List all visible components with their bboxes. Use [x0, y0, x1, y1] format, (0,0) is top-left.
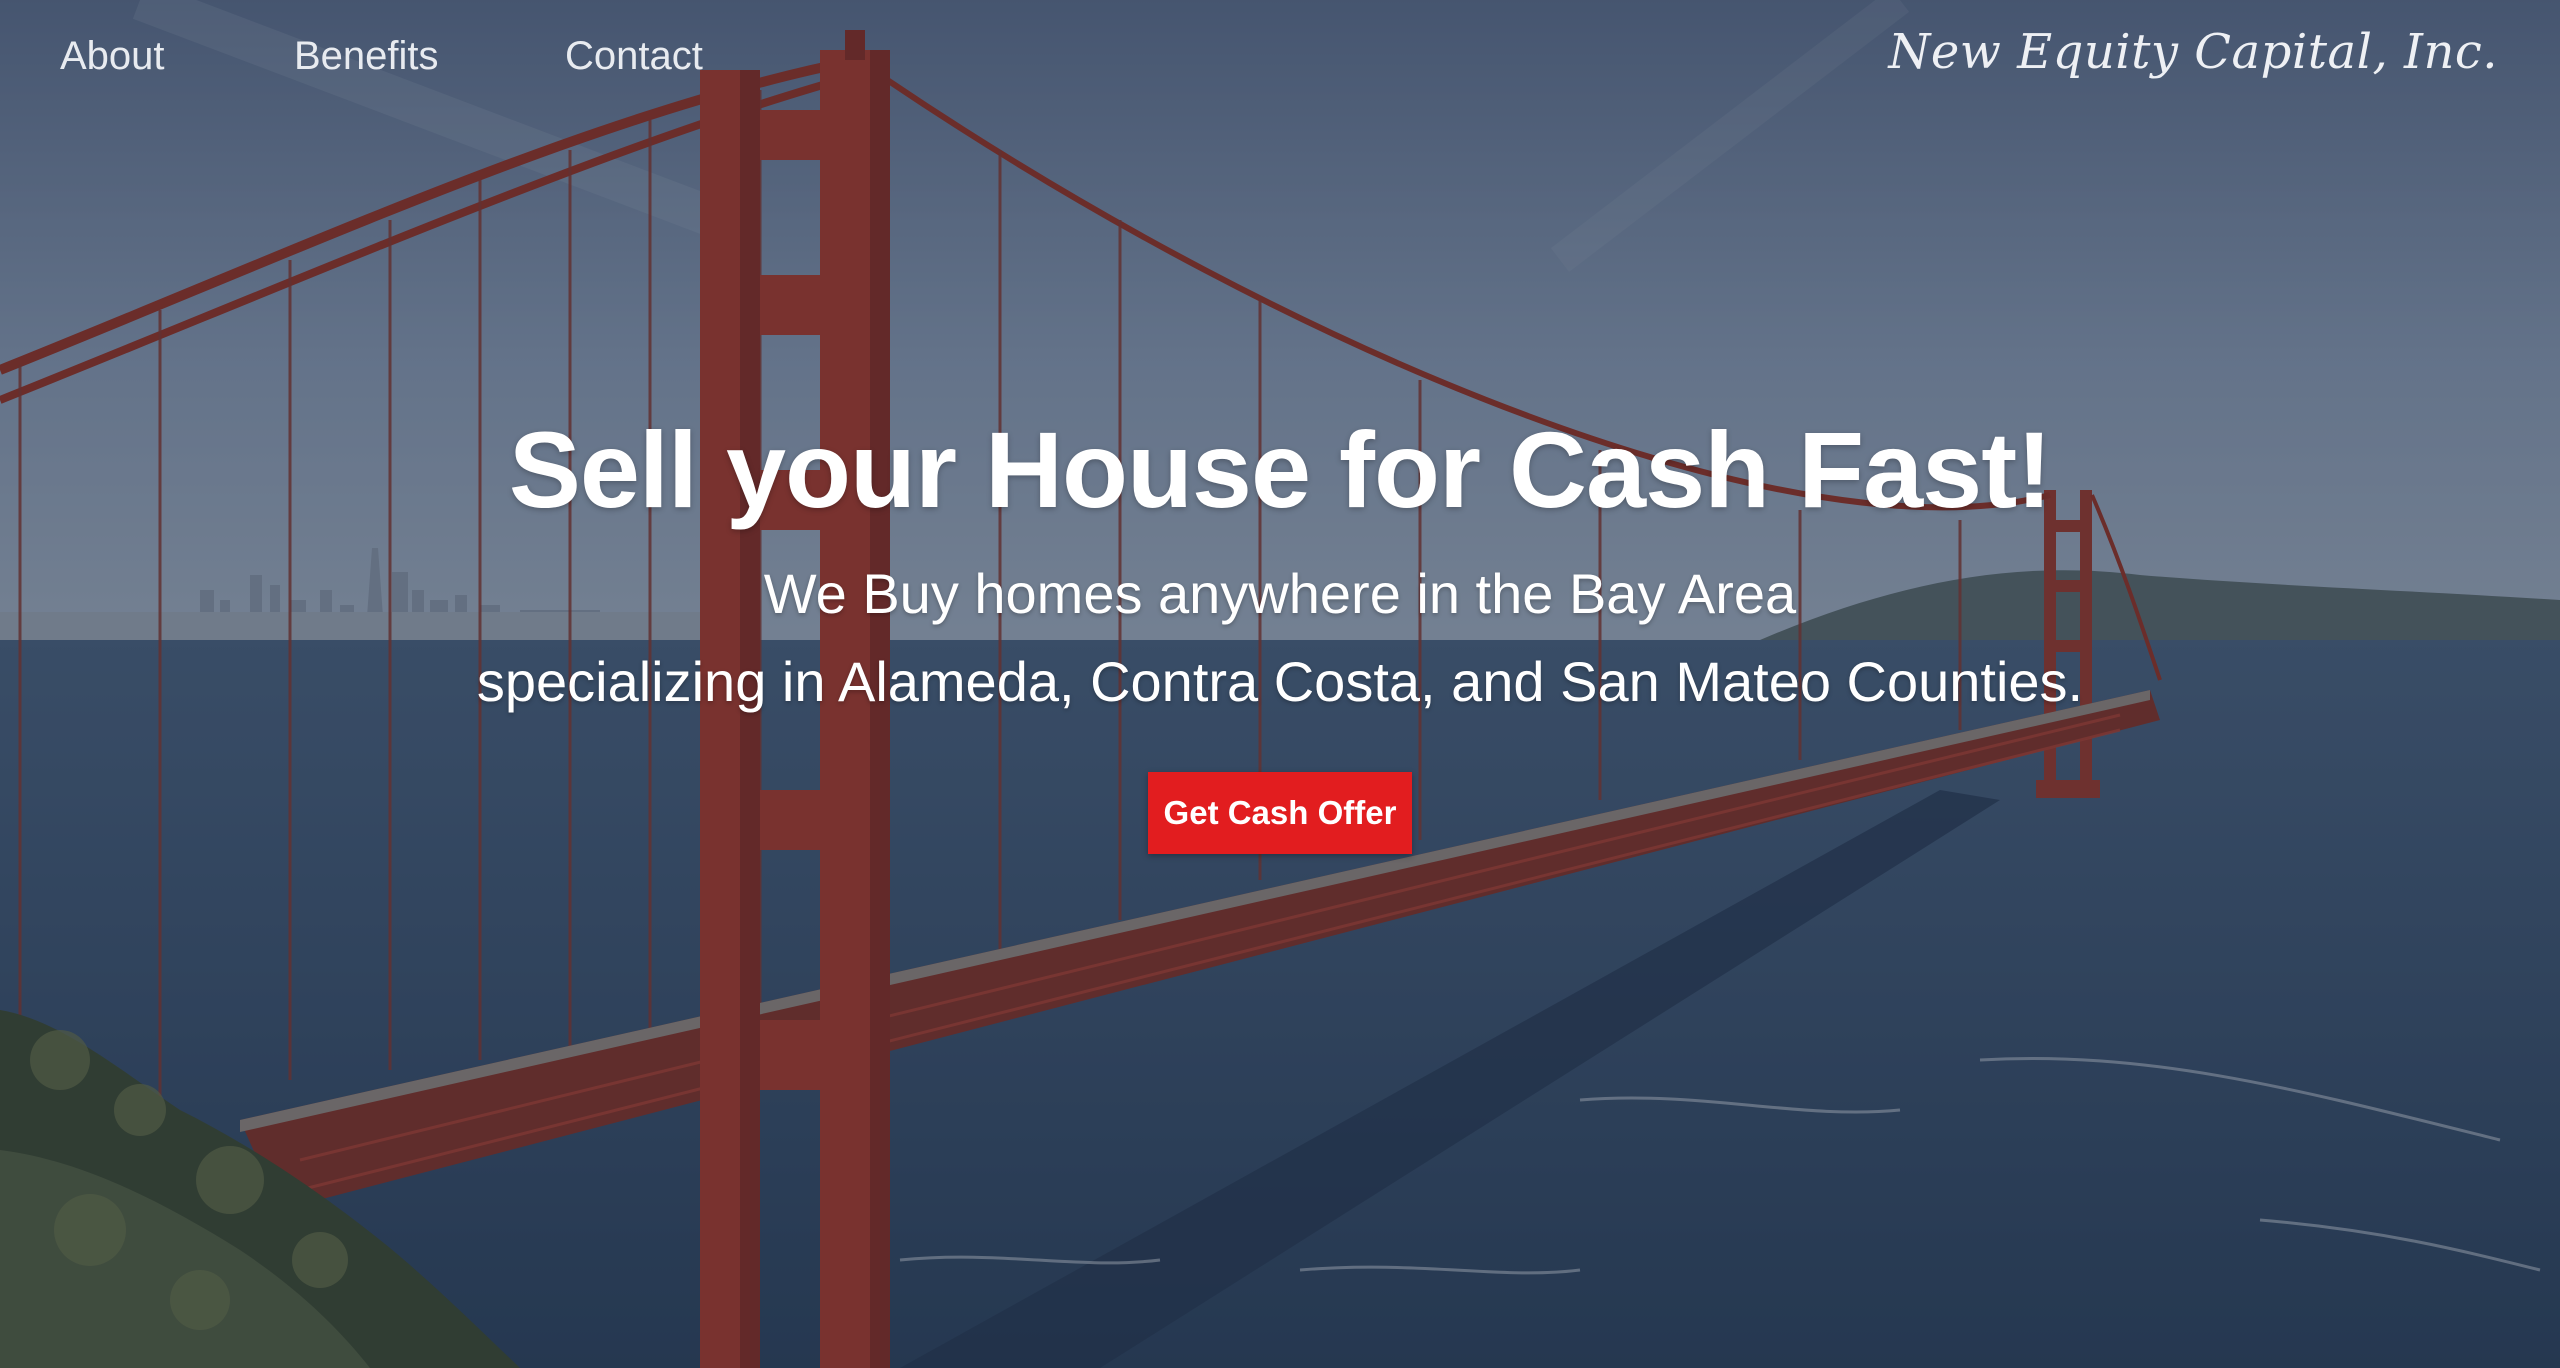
hero-subline-counties: specializing in Alameda, Contra Costa, a… [476, 650, 2084, 713]
nav-link-contact[interactable]: Contact [565, 30, 703, 82]
nav-link-benefits[interactable]: Benefits [294, 30, 439, 82]
hero-subline-bay-area: We Buy homes anywhere in the Bay Area [763, 562, 1797, 625]
brand-logo[interactable]: New Equity Capital, Inc. [1888, 20, 2498, 84]
nav-link-about[interactable]: About [60, 30, 165, 82]
get-cash-offer-button[interactable]: Get Cash Offer [1147, 772, 1413, 854]
hero-headline: Sell your House for Cash Fast! [508, 409, 2052, 530]
top-navigation: About Benefits Contact New Equity Capita… [0, 0, 2560, 120]
hero-section: About Benefits Contact New Equity Capita… [0, 0, 2560, 1368]
hero-content: Sell your House for Cash Fast! We Buy ho… [0, 400, 2560, 854]
